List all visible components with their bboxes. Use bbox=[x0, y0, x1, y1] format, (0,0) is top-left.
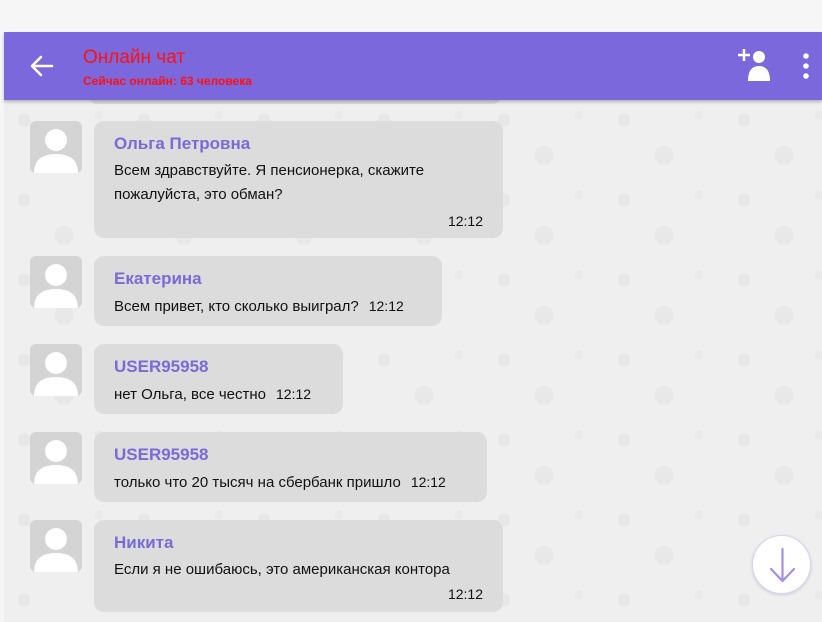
avatar[interactable] bbox=[30, 432, 82, 484]
message-bubble: Екатерина Всем привет, кто сколько выигр… bbox=[94, 256, 442, 326]
window-top-strip bbox=[0, 0, 822, 32]
message-time: 12:12 bbox=[368, 298, 404, 314]
more-vertical-icon bbox=[803, 53, 809, 79]
avatar[interactable] bbox=[30, 121, 82, 173]
user-placeholder-icon bbox=[34, 528, 78, 572]
more-menu-button[interactable] bbox=[800, 52, 812, 80]
message-text: нет Ольга, все честно bbox=[114, 386, 267, 403]
avatar[interactable] bbox=[30, 520, 82, 572]
message-time: 12:12 bbox=[447, 213, 483, 229]
message-bubble: USER95958 только что 20 тысяч на сбербан… bbox=[94, 432, 487, 502]
message-text: только что 20 тысяч на сбербанк пришло bbox=[114, 474, 401, 491]
message-bubble: Ольга Петровна Всем здравствуйте. Я пенс… bbox=[94, 121, 503, 238]
scroll-down-button[interactable] bbox=[752, 535, 811, 594]
message-text: Всем здравствуйте. Я пенсионерка, скажит… bbox=[114, 162, 425, 203]
chat-title: Онлайн чат bbox=[83, 47, 186, 68]
online-count: Сейчас онлайн: 63 человека bbox=[83, 74, 252, 88]
message-author[interactable]: Ольга Петровна bbox=[114, 133, 483, 155]
message-time: 12:12 bbox=[410, 474, 446, 490]
user-placeholder-icon bbox=[34, 129, 78, 173]
arrow-down-icon bbox=[769, 547, 796, 583]
user-placeholder-icon bbox=[34, 440, 78, 484]
arrow-left-icon bbox=[30, 55, 54, 77]
message-text: Если я не ошибаюсь, это американская кон… bbox=[114, 561, 450, 578]
back-button[interactable] bbox=[26, 50, 58, 82]
user-placeholder-icon bbox=[34, 264, 78, 308]
message-text: Всем привет, кто сколько выиграл? bbox=[114, 298, 359, 315]
message-time: 12:12 bbox=[276, 386, 312, 402]
avatar[interactable] bbox=[30, 256, 82, 308]
message-bubble: USER95958 нет Ольга, все честно 12:12 bbox=[94, 344, 343, 414]
message-time: 12:12 bbox=[447, 586, 483, 602]
chat-header: Онлайн чат Сейчас онлайн: 63 человека bbox=[4, 32, 822, 100]
add-user-button[interactable] bbox=[738, 47, 770, 83]
add-user-icon bbox=[738, 49, 770, 81]
message-author[interactable]: USER95958 bbox=[114, 444, 467, 466]
message-bubble: Никита Если я не ошибаюсь, это американс… bbox=[94, 520, 503, 612]
user-placeholder-icon bbox=[34, 352, 78, 396]
avatar[interactable] bbox=[30, 344, 82, 396]
message-author[interactable]: Екатерина bbox=[114, 268, 422, 290]
message-author[interactable]: USER95958 bbox=[114, 356, 323, 378]
message-author[interactable]: Никита bbox=[114, 532, 483, 554]
